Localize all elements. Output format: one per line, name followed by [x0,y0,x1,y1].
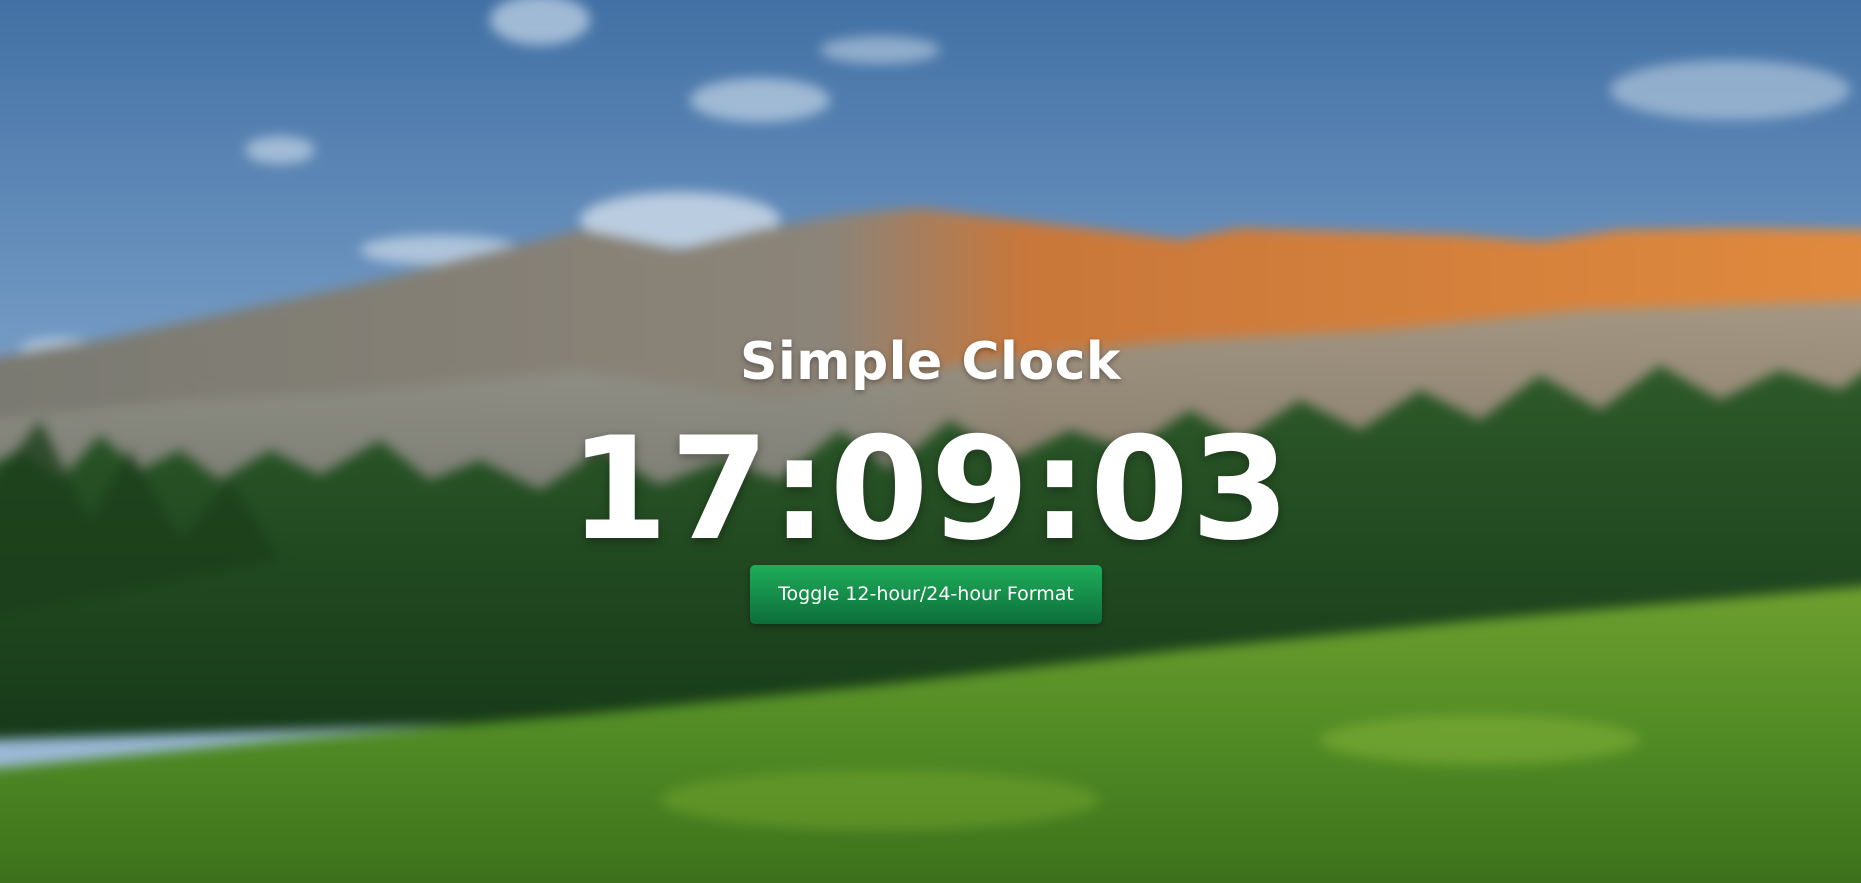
app-title: Simple Clock [740,332,1121,392]
clock-time-display: 17:09:03 [569,407,1292,572]
clock-container: Simple Clock 17:09:03 Toggle 12-hour/24-… [0,0,1861,883]
toggle-format-button[interactable]: Toggle 12-hour/24-hour Format [750,565,1102,624]
